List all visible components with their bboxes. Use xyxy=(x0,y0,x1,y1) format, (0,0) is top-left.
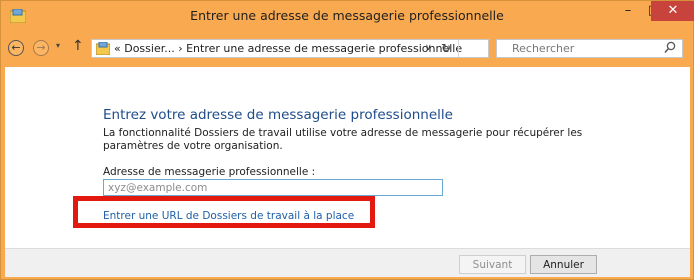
up-button[interactable]: ↑ xyxy=(72,38,84,54)
dialog-content: Entrez votre adresse de messagerie profe… xyxy=(5,67,690,248)
navigation-bar: ← → ▾ ↑ « Dossier... › Entrer une adress… xyxy=(5,31,690,67)
description-text: La fonctionnalité Dossiers de travail ut… xyxy=(103,127,583,152)
address-divider xyxy=(458,40,459,57)
window-title: Entrer une adresse de messagerie profess… xyxy=(190,8,504,23)
folder-icon xyxy=(96,42,110,55)
email-field[interactable] xyxy=(103,179,443,196)
enter-url-instead-link[interactable]: Entrer une URL de Dossiers de travail à … xyxy=(103,210,354,222)
breadcrumb[interactable]: « Dossier... › Entrer une adresse de mes… xyxy=(114,42,462,55)
close-button[interactable]: ✕ xyxy=(651,1,694,21)
search-icon[interactable] xyxy=(664,41,676,54)
cancel-button[interactable]: Annuler xyxy=(530,255,597,274)
title-bar[interactable]: Entrer une adresse de messagerie profess… xyxy=(1,1,694,31)
email-label: Adresse de messagerie professionnelle : xyxy=(103,166,316,178)
forward-button[interactable]: → xyxy=(33,40,49,56)
dialog-footer: Suivant Annuler xyxy=(5,248,690,277)
back-button[interactable]: ← xyxy=(8,40,24,56)
address-bar[interactable]: « Dossier... › Entrer une adresse de mes… xyxy=(91,39,489,58)
dialog-window: Entrer une adresse de messagerie profess… xyxy=(0,0,694,280)
search-placeholder: Rechercher xyxy=(512,42,575,55)
page-title: Entrez votre adresse de messagerie profe… xyxy=(103,107,453,123)
address-dropdown-icon[interactable]: ∨ xyxy=(425,43,432,53)
minimize-button[interactable]: – xyxy=(615,1,641,21)
search-box[interactable]: Rechercher xyxy=(496,39,683,58)
recent-locations-chevron-icon[interactable]: ▾ xyxy=(56,41,60,50)
next-button[interactable]: Suivant xyxy=(459,255,526,274)
refresh-icon[interactable]: ↻ xyxy=(441,41,451,55)
